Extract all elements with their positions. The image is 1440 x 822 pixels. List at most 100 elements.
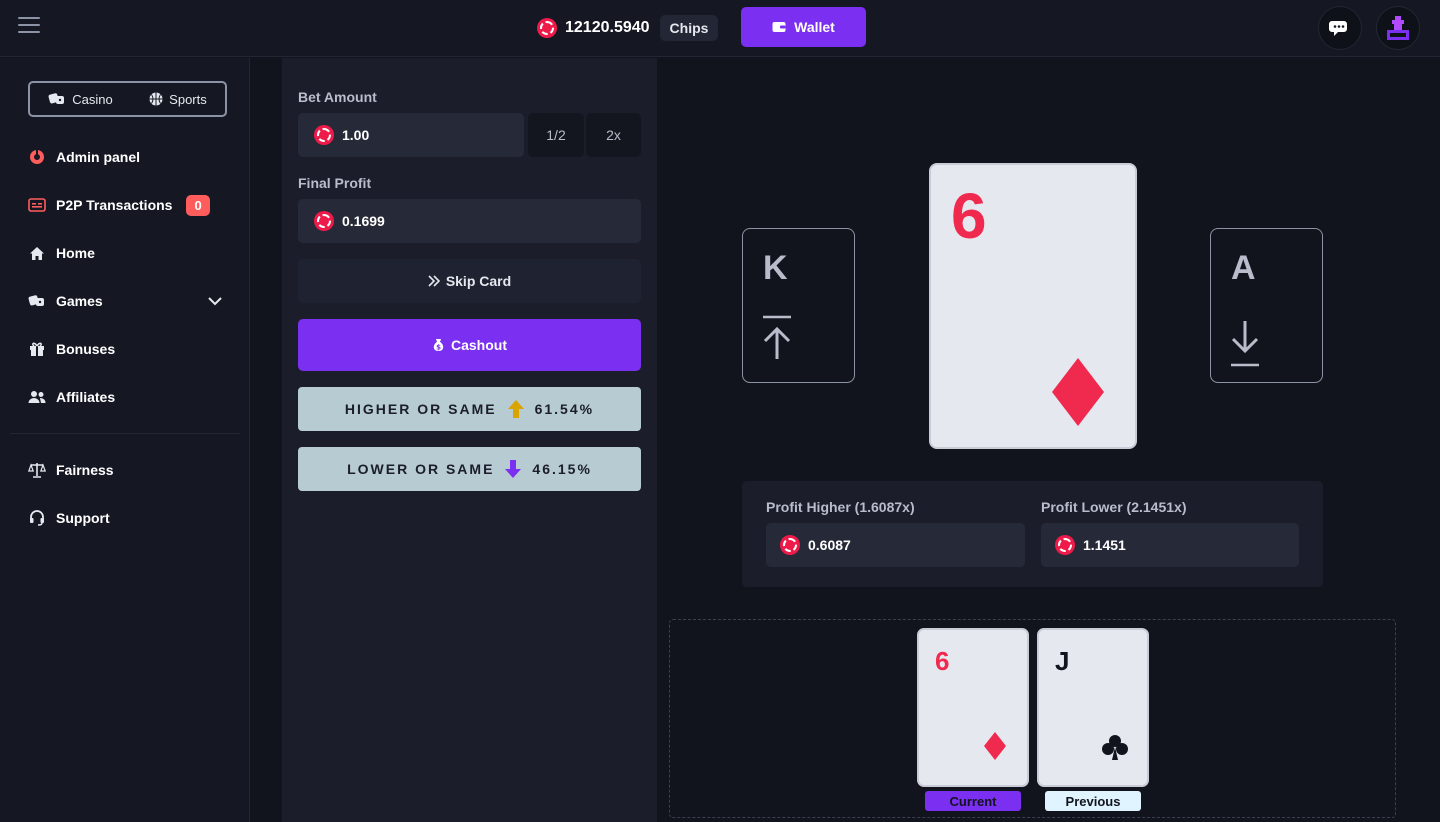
top-bar: 12120.5940 Chips Wallet bbox=[0, 0, 1440, 57]
chat-button[interactable] bbox=[1318, 6, 1362, 50]
sidebar-item-games[interactable]: Games bbox=[28, 289, 222, 313]
currency-selector[interactable]: Chips bbox=[659, 15, 719, 41]
balance-display: 12120.5940 Chips bbox=[537, 14, 719, 42]
half-bet-button[interactable]: 1/2 bbox=[528, 113, 584, 157]
higher-label: HIGHER OR SAME bbox=[344, 401, 497, 417]
double-bet-button[interactable]: 2x bbox=[586, 113, 641, 157]
sidebar-item-label: Fairness bbox=[56, 462, 114, 478]
p2p-icon bbox=[28, 196, 46, 214]
profit-summary: Profit Higher (1.6087x) 0.6087 Profit Lo… bbox=[742, 481, 1323, 587]
casino-toggle[interactable]: Casino bbox=[48, 91, 113, 107]
skip-card-label: Skip Card bbox=[445, 273, 512, 289]
admin-icon bbox=[28, 148, 46, 166]
gift-icon bbox=[28, 340, 46, 358]
higher-card-rank: K bbox=[763, 249, 788, 287]
previous-tag: Previous bbox=[1045, 791, 1141, 811]
lower-or-same-button[interactable]: LOWER OR SAME 46.15% bbox=[298, 447, 641, 491]
chip-icon bbox=[1055, 535, 1075, 555]
sidebar-item-label: Support bbox=[56, 510, 110, 526]
current-card: 6 bbox=[929, 163, 1137, 449]
higher-or-same-button[interactable]: HIGHER OR SAME 61.54% bbox=[298, 387, 641, 431]
chat-icon bbox=[1329, 21, 1347, 36]
history-card-previous: J bbox=[1037, 628, 1149, 787]
higher-percent: 61.54% bbox=[534, 401, 595, 417]
sidebar-item-p2p-transactions[interactable]: P2P Transactions 0 bbox=[28, 193, 210, 217]
lower-label: LOWER OR SAME bbox=[347, 461, 495, 477]
profit-lower-value: 1.1451 bbox=[1083, 537, 1126, 553]
sidebar-item-home[interactable]: Home bbox=[28, 241, 95, 265]
chevron-down-icon[interactable] bbox=[208, 293, 222, 309]
diamond-suit-icon bbox=[1052, 358, 1104, 426]
arrow-down-line-icon bbox=[1231, 321, 1259, 367]
casino-label: Casino bbox=[72, 91, 113, 107]
arrow-down-icon bbox=[505, 460, 522, 478]
final-profit-field: 0.1699 bbox=[298, 199, 641, 243]
avatar-icon bbox=[1387, 16, 1409, 40]
sidebar-item-label: Games bbox=[56, 293, 103, 309]
sports-toggle[interactable]: Sports bbox=[149, 92, 207, 107]
final-profit-value: 0.1699 bbox=[342, 213, 385, 229]
double-chevron-right-icon bbox=[428, 275, 440, 287]
skip-card-button[interactable]: Skip Card bbox=[298, 259, 641, 303]
lower-indicator-card: A bbox=[1210, 228, 1323, 383]
profit-lower-label: Profit Lower (2.1451x) bbox=[1041, 499, 1187, 515]
sidebar-item-affiliates[interactable]: Affiliates bbox=[28, 385, 115, 409]
club-suit-icon bbox=[1102, 735, 1128, 760]
game-area: K 6 A Profit Higher (1.6087x) 0.6087 Pro… bbox=[657, 58, 1440, 822]
bet-amount-value: 1.00 bbox=[342, 127, 370, 143]
chip-icon bbox=[314, 125, 334, 145]
menu-icon[interactable] bbox=[18, 17, 40, 37]
profit-higher-label: Profit Higher (1.6087x) bbox=[766, 499, 915, 515]
cashout-label: Cashout bbox=[451, 337, 507, 353]
money-bag-icon: $ bbox=[433, 339, 444, 352]
headset-icon bbox=[28, 509, 46, 527]
scale-icon bbox=[28, 461, 46, 479]
sports-label: Sports bbox=[169, 91, 207, 107]
mode-toggle: Casino Sports bbox=[28, 81, 227, 117]
lower-card-rank: A bbox=[1231, 249, 1256, 287]
lower-percent: 46.15% bbox=[532, 461, 592, 477]
chip-icon bbox=[537, 18, 557, 38]
sidebar-item-label: Affiliates bbox=[56, 389, 116, 405]
bet-amount-label: Bet Amount bbox=[298, 89, 377, 105]
wallet-icon bbox=[772, 22, 786, 32]
profit-lower-field: 1.1451 bbox=[1041, 523, 1299, 567]
history-card-rank: 6 bbox=[935, 646, 950, 676]
wallet-button[interactable]: Wallet bbox=[741, 7, 866, 47]
sidebar-item-fairness[interactable]: Fairness bbox=[28, 458, 114, 482]
dice-icon bbox=[48, 93, 65, 104]
users-icon bbox=[28, 388, 46, 406]
final-profit-label: Final Profit bbox=[298, 175, 372, 191]
history-card-current: 6 bbox=[917, 628, 1029, 787]
bet-panel: Bet Amount 1.00 1/2 2x Final Profit 0.16… bbox=[282, 58, 657, 822]
profit-higher-value: 0.6087 bbox=[808, 537, 851, 553]
basketball-icon bbox=[149, 92, 163, 106]
avatar[interactable] bbox=[1376, 6, 1420, 50]
higher-indicator-card: K bbox=[742, 228, 855, 383]
sidebar-item-support[interactable]: Support bbox=[28, 506, 110, 530]
sidebar-item-label: Admin panel bbox=[56, 149, 141, 165]
games-icon bbox=[28, 292, 46, 310]
chip-icon bbox=[780, 535, 800, 555]
home-icon bbox=[28, 244, 46, 262]
sidebar-item-bonuses[interactable]: Bonuses bbox=[28, 337, 115, 361]
diamond-suit-icon bbox=[984, 732, 1006, 760]
wallet-label: Wallet bbox=[794, 19, 835, 35]
svg-text:$: $ bbox=[436, 344, 441, 352]
history-card-rank: J bbox=[1055, 646, 1070, 676]
balance-value: 12120.5940 bbox=[565, 19, 650, 36]
bet-amount-input[interactable]: 1.00 bbox=[298, 113, 524, 157]
current-tag: Current bbox=[925, 791, 1021, 811]
profit-higher-field: 0.6087 bbox=[766, 523, 1025, 567]
sidebar-divider bbox=[10, 433, 240, 434]
sidebar-item-admin-panel[interactable]: Admin panel bbox=[28, 145, 140, 169]
current-card-rank: 6 bbox=[951, 180, 987, 252]
notification-badge: 0 bbox=[186, 194, 210, 216]
arrow-up-line-icon bbox=[763, 315, 791, 359]
arrow-up-icon bbox=[507, 400, 524, 418]
sidebar: Casino Sports Admin panel P2P Transactio… bbox=[0, 58, 250, 822]
cashout-button[interactable]: $ Cashout bbox=[298, 319, 641, 371]
sidebar-item-label: Home bbox=[56, 245, 95, 261]
chip-icon bbox=[314, 211, 334, 231]
sidebar-item-label: Bonuses bbox=[56, 341, 116, 357]
